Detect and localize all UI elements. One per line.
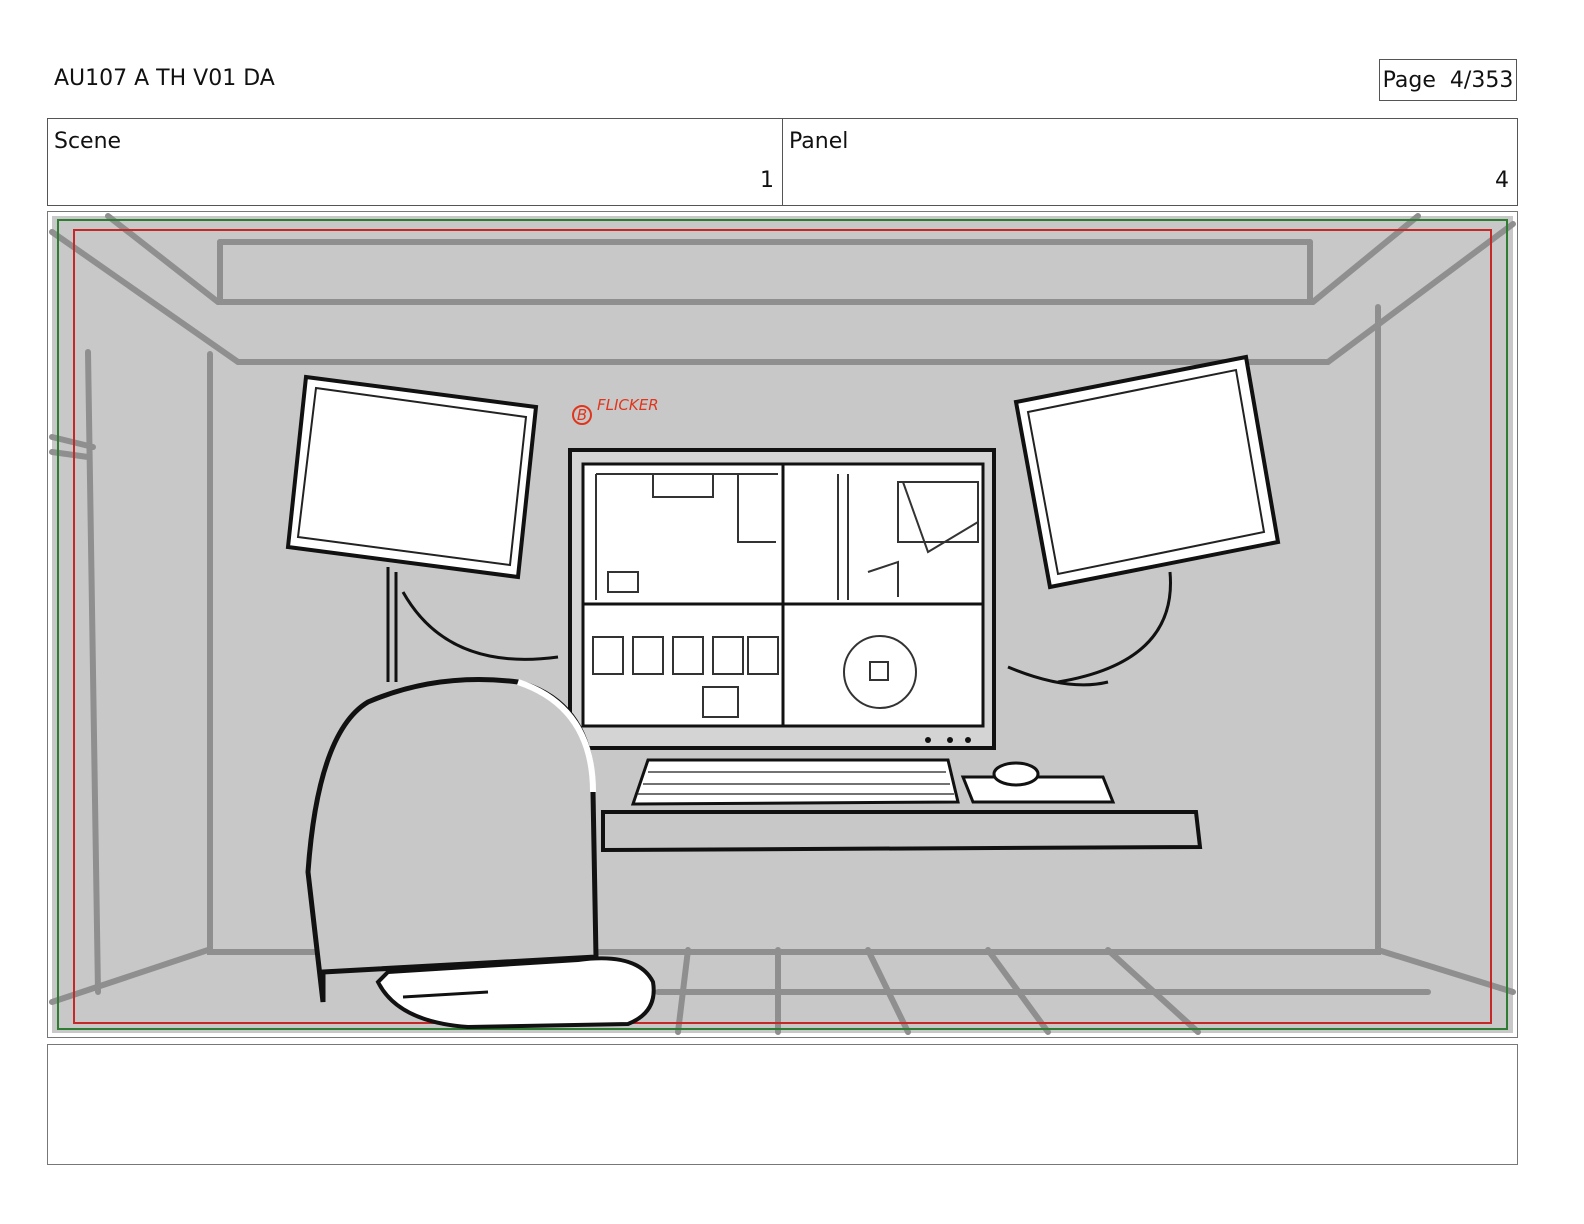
panel-cell: Panel 4 — [782, 119, 1517, 205]
annotation-text: FLICKER — [597, 396, 659, 414]
scene-label: Scene — [54, 129, 122, 154]
page-label: Page — [1382, 67, 1436, 93]
storyboard-panel: B FLICKER — [47, 211, 1518, 1038]
panel-label: Panel — [789, 129, 849, 154]
scene-cell: Scene 1 — [48, 119, 782, 205]
scene-panel-table: Scene 1 Panel 4 — [47, 118, 1518, 206]
panel-number: 4 — [1495, 168, 1509, 193]
annotation-marker: B — [577, 406, 587, 424]
storyboard-drawing: B FLICKER — [49, 213, 1516, 1035]
caption-box — [47, 1044, 1518, 1165]
document-title: AU107 A TH V01 DA — [54, 66, 275, 91]
page-number: 4/353 — [1449, 67, 1514, 93]
page-indicator: Page 4/353 — [1379, 59, 1517, 101]
central-monitor — [568, 448, 996, 750]
scene-number: 1 — [760, 168, 774, 193]
